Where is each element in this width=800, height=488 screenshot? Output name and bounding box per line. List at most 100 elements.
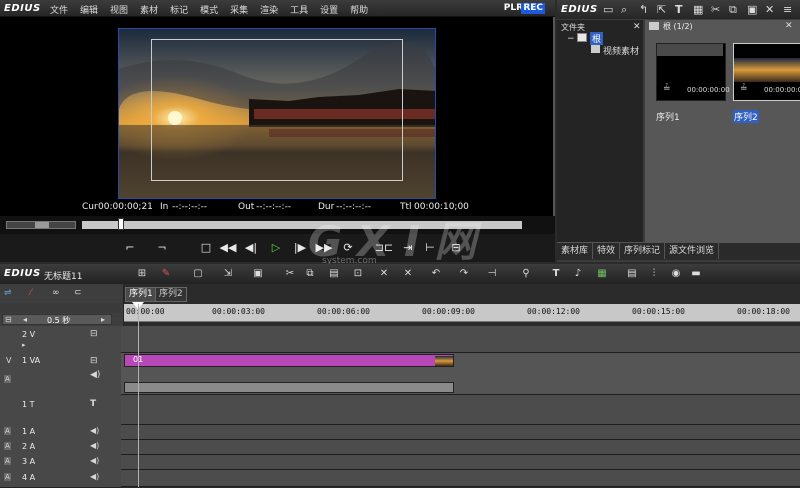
link-icon[interactable]: ∞ [52,288,60,298]
menu-file[interactable]: 文件 [50,3,68,16]
clip-2-label[interactable]: 序列2 [733,110,759,123]
open-project-icon[interactable]: ▢ [192,268,204,280]
mixer-icon[interactable]: ⫶ [648,268,660,280]
set-out-icon[interactable]: ¬ [152,239,172,257]
zoom-scale-control[interactable]: ⊟ ◂ 0.5 秒 ▸ [2,314,112,325]
track-2v-video-icon[interactable]: ⊟ [90,329,98,339]
stop-icon[interactable]: □ [196,239,216,257]
save-icon[interactable]: ▣ [252,268,264,280]
menu-view[interactable]: 视图 [110,3,128,16]
ripple-delete-icon[interactable]: ✕ [402,268,414,280]
folder-icon[interactable]: ▭ [603,3,613,16]
close-icon[interactable]: ✕ [633,22,641,32]
timeline-title-icon[interactable]: T [550,268,562,280]
open-clip-icon[interactable]: ⇱ [657,3,666,16]
tab-bin[interactable]: 素材库 [557,243,594,259]
clip-thumbnail-1[interactable]: ≟ 00:00:00:00 [656,43,730,101]
color-bars-icon[interactable]: ▦ [693,3,703,16]
paste-icon[interactable]: ▣ [747,3,757,16]
tab-sequence-markers[interactable]: 序列标记 [620,243,666,259]
up-folder-icon[interactable]: ↰ [639,3,648,16]
set-in-icon[interactable]: ⌐ [120,239,140,257]
subfolder-label[interactable]: 视频素材 [603,44,639,57]
subfolder-icon [591,45,600,53]
undo-icon[interactable]: ↶ [430,268,442,280]
menu-mode[interactable]: 模式 [200,3,218,16]
menu-render[interactable]: 渲染 [260,3,278,16]
play-icon[interactable]: ▷ [266,239,286,257]
clip-1-label[interactable]: 序列1 [656,110,680,123]
track-3a-link-icon[interactable]: A [4,457,11,465]
track-1va-video-icon[interactable]: ⊟ [90,356,98,366]
track-2a-audio-icon[interactable]: ◀) [90,441,99,450]
track-3a-audio-icon[interactable]: ◀) [90,456,99,465]
collapse-icon[interactable]: − [567,34,575,44]
snap-icon[interactable]: ⊣ [486,268,498,280]
menu-settings[interactable]: 设置 [320,3,338,16]
playhead-line [138,304,139,487]
out-value: --:--:--:-- [256,202,292,212]
track-1va-audio-icon[interactable]: ◀) [90,370,100,380]
properties-icon[interactable]: ≡ [783,3,792,16]
track-2a-link-icon[interactable]: A [4,442,11,450]
redo-icon[interactable]: ↷ [458,268,470,280]
new-sequence-icon[interactable]: ⊞ [136,268,148,280]
menu-capture[interactable]: 采集 [230,3,248,16]
step-back-icon[interactable]: ◀| [241,239,261,257]
search-icon[interactable]: ⌕ [621,3,627,17]
track-4a-audio-icon[interactable]: ◀) [90,472,99,481]
plr-mode-button[interactable]: PLR [504,3,523,13]
color-correct-icon[interactable]: ▦ [596,268,608,280]
track-1va-video-link-icon[interactable]: V [6,356,11,365]
replace-icon[interactable]: ⊡ [352,268,364,280]
grid-icon[interactable]: ▤ [626,268,638,280]
zoom-left-icon[interactable]: ◂ [23,315,27,324]
seq-tab-2[interactable]: 序列2 [155,287,187,302]
toggle-icon[interactable]: ⊂ [74,288,82,298]
clip-thumbnail-2[interactable]: ≟ 00:00:00:00 [733,43,800,101]
timeline-copy-icon[interactable]: ⧉ [304,268,316,280]
shuttle-knob[interactable] [35,222,49,228]
step-forward-icon[interactable]: |▶ [290,239,310,257]
video-clip[interactable]: 01 [124,354,454,367]
shuttle-slider[interactable] [6,221,76,229]
audio-clip[interactable] [124,382,454,393]
ruler-tick: 00:00:15:00 [632,307,685,316]
scrub-handle[interactable] [118,218,124,230]
copy-icon[interactable]: ⧉ [729,3,737,17]
project-title: 无标题11 [44,272,83,282]
track-1a-link-icon[interactable]: A [4,427,11,435]
zoom-right-icon[interactable]: ▸ [101,315,105,324]
clip-close-icon[interactable]: ✕ [785,21,793,31]
rec-mode-button[interactable]: REC [521,3,545,14]
track-1a-audio-icon[interactable]: ◀) [90,426,99,435]
timeline-cut-icon[interactable]: ✂ [284,268,296,280]
mute-mode-icon[interactable]: ⁄ [30,288,32,298]
display-icon[interactable]: ▬ [690,268,702,280]
menu-help[interactable]: 帮助 [350,3,368,16]
track-1t-title-icon[interactable]: T [90,399,96,409]
menu-edit[interactable]: 编辑 [80,3,98,16]
timeline-paste-icon[interactable]: ▤ [328,268,340,280]
new-project-icon[interactable]: ✎ [160,268,172,280]
render-icon[interactable]: ◉ [670,268,682,280]
menu-clip[interactable]: 素材 [140,3,158,16]
title-icon[interactable]: T [675,3,683,16]
timeline-delete-icon[interactable]: ✕ [378,268,390,280]
menu-tools[interactable]: 工具 [290,3,308,16]
microphone-icon[interactable]: ♪ [572,268,584,280]
tab-source-browser[interactable]: 源文件浏览 [665,243,720,259]
track-4a-link-icon[interactable]: A [4,473,11,481]
ripple-mode-icon[interactable]: ⇌ [4,288,12,298]
cut-icon[interactable]: ✂ [711,3,720,16]
tab-effects[interactable]: 特效 [593,243,621,259]
sync-lock-icon[interactable]: ⚲ [520,268,532,280]
track-1va-audio-link-icon[interactable]: A [4,375,11,383]
delete-icon[interactable]: ✕ [765,3,774,16]
menu-marker[interactable]: 标记 [170,3,188,16]
root-folder-label[interactable]: 根 [590,32,604,45]
track-2v-expand-icon[interactable]: ▸ [22,341,26,349]
import-icon[interactable]: ⇲ [222,268,234,280]
rewind-icon[interactable]: ◀◀ [218,239,238,257]
seq-tab-1[interactable]: 序列1 [125,287,157,302]
